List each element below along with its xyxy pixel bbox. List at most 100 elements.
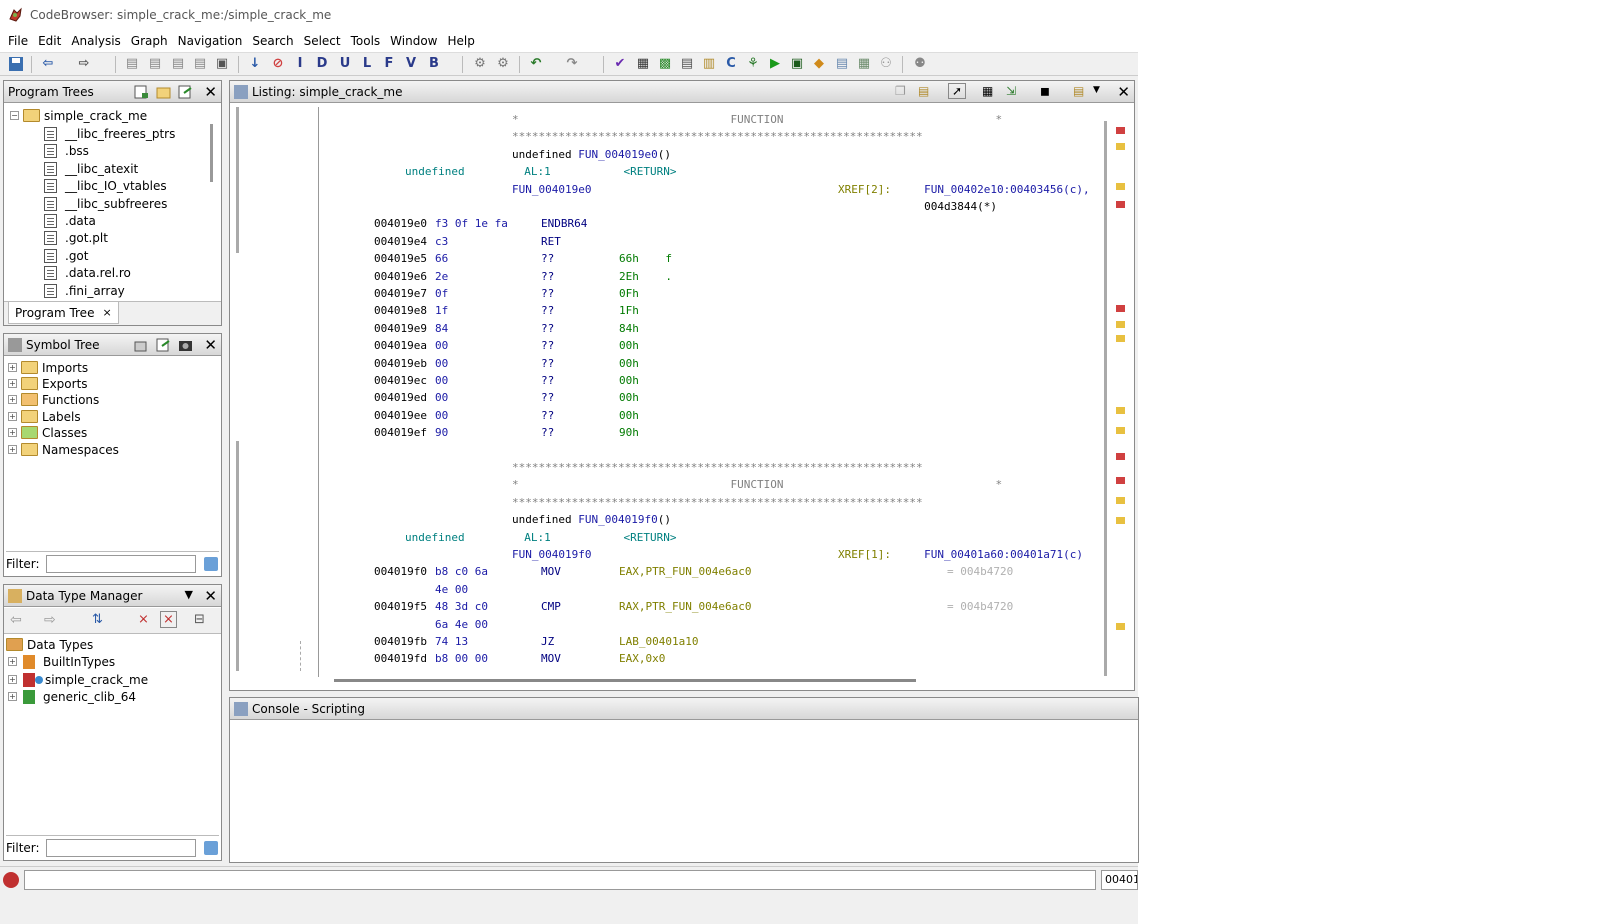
instruction-operand[interactable]: 00h	[619, 391, 639, 404]
tree-item[interactable]: __libc_subfreeres	[44, 195, 167, 212]
snapshot-icon[interactable]: ◼	[1040, 84, 1050, 98]
tree-item[interactable]: __libc_atexit	[44, 160, 138, 177]
save-icon[interactable]	[8, 56, 24, 72]
collapse-all-icon[interactable]: ⊟	[194, 612, 205, 627]
run-icon[interactable]: ▶	[767, 56, 783, 72]
tab-close-icon[interactable]: ×	[102, 306, 111, 319]
expand-icon[interactable]: +	[8, 363, 17, 372]
export-symbol-icon[interactable]	[156, 338, 171, 352]
overview-marker[interactable]	[1116, 453, 1125, 460]
nav-icon-1[interactable]: ▤	[124, 56, 140, 72]
symbol-namespaces[interactable]: + Namespaces	[8, 441, 119, 458]
options-icon[interactable]: ▤	[1073, 84, 1084, 98]
instruction-operand[interactable]: 1Fh	[619, 304, 639, 317]
instruction-operand[interactable]: 00h	[619, 374, 639, 387]
listing-line[interactable]: ****************************************…	[512, 496, 923, 509]
close-icon[interactable]: ✕	[204, 336, 217, 354]
listing-line[interactable]: undefined AL:1 <RETURN>	[405, 531, 677, 544]
tab-program-tree[interactable]: Program Tree ×	[8, 302, 119, 324]
expand-icon[interactable]: +	[8, 445, 17, 454]
tool-icon-12[interactable]: ▦	[856, 56, 872, 72]
tree-item[interactable]: __libc_IO_vtables	[44, 177, 167, 194]
menu-file[interactable]: File	[4, 34, 34, 48]
new-tree-icon[interactable]	[134, 85, 149, 99]
dtm-filter2-icon[interactable]: ⨯	[160, 611, 177, 628]
tree-item[interactable]: .got.plt	[44, 229, 108, 246]
instruction-bytes[interactable]: 48 3d c0	[435, 600, 488, 613]
menu-edit[interactable]: Edit	[34, 34, 67, 48]
paste-icon[interactable]: ▤	[918, 84, 929, 98]
instruction-operand[interactable]: EAX,0x0	[619, 652, 665, 665]
instruction-mnemonic[interactable]: ENDBR64	[541, 217, 587, 230]
overview-marker[interactable]	[1116, 407, 1125, 414]
symbol-exports[interactable]: + Exports	[8, 375, 88, 392]
tool-icon-6[interactable]: ▥	[701, 56, 717, 72]
tool-icon-2[interactable]: ⚙	[495, 56, 511, 72]
horizontal-scrollbar[interactable]	[334, 679, 916, 682]
dtm-forward-icon[interactable]: ⇨	[44, 612, 56, 628]
instruction-address[interactable]: 004019ec	[374, 374, 427, 387]
menu-graph[interactable]: Graph	[127, 34, 174, 48]
nav-icon-4[interactable]: ▤	[192, 56, 208, 72]
instruction-address[interactable]: 004019fd	[374, 652, 427, 665]
tool-icon-11[interactable]: ▤	[834, 56, 850, 72]
xref[interactable]: XREF[2]: FUN_00402e10:00403456(c),	[838, 183, 1090, 196]
instruction-bytes[interactable]: 00	[435, 339, 448, 352]
instruction-bytes[interactable]: 84	[435, 322, 448, 335]
listing-line[interactable]: undefined AL:1 <RETURN>	[405, 165, 677, 178]
expand-icon[interactable]: +	[8, 692, 17, 701]
instruction-operand[interactable]: 2Eh .	[619, 270, 672, 283]
tool-icon-10[interactable]: ◆	[811, 56, 827, 72]
filter-options-icon[interactable]	[203, 556, 218, 571]
instruction-operand[interactable]: 00h	[619, 409, 639, 422]
instruction-bytes[interactable]: 74 13	[435, 635, 468, 648]
symbol-classes[interactable]: + Classes	[8, 424, 87, 441]
collapse-icon[interactable]: −	[10, 111, 19, 120]
instruction-address[interactable]: 004019e7	[374, 287, 427, 300]
instruction-operand[interactable]: EAX,PTR_FUN_004e6ac0	[619, 565, 751, 578]
options-dropdown-icon[interactable]: ▼	[1093, 85, 1100, 95]
dtm-builtin[interactable]: + BuiltInTypes	[8, 653, 115, 670]
instruction-bytes[interactable]: 00	[435, 357, 448, 370]
nav-icon-2[interactable]: ▤	[147, 56, 163, 72]
check-icon[interactable]: ✔	[612, 56, 628, 72]
stop-icon[interactable]: ⊘	[270, 56, 286, 72]
listing-line[interactable]: FUN_004019e0	[512, 183, 591, 196]
instruction-bytes[interactable]: 2e	[435, 270, 448, 283]
back-arrow-icon[interactable]: ⇦	[40, 56, 56, 72]
dropdown-arrow-icon[interactable]: ▼	[185, 588, 193, 601]
listing-line[interactable]: ****************************************…	[512, 461, 923, 474]
tree-item[interactable]: .fini_array	[44, 282, 125, 298]
tool-icon-5[interactable]: ▤	[679, 56, 695, 72]
instruction-bytes[interactable]: b8 00 00	[435, 652, 488, 665]
instruction-operand[interactable]: 00h	[619, 339, 639, 352]
instruction-bytes[interactable]: c3	[435, 235, 448, 248]
instruction-address[interactable]: 004019e4	[374, 235, 427, 248]
overview-marker[interactable]	[1116, 305, 1125, 312]
menu-window[interactable]: Window	[386, 34, 443, 48]
dtm-filter-icon[interactable]: ⨯	[138, 612, 149, 627]
instruction-address[interactable]: 004019ea	[374, 339, 427, 352]
dtm-filter-input[interactable]	[45, 838, 196, 857]
tool-icon-1[interactable]: ⚙	[472, 56, 488, 72]
nav-icon-3[interactable]: ▤	[170, 56, 186, 72]
tb-letter-l[interactable]: L	[359, 56, 375, 72]
open-folder-icon[interactable]	[156, 85, 171, 99]
create-symbol-icon[interactable]	[134, 338, 149, 352]
overview-marker[interactable]	[1116, 427, 1125, 434]
instruction-mnemonic[interactable]: ??	[541, 287, 554, 300]
instruction-address[interactable]: 004019eb	[374, 357, 427, 370]
filter-options-icon[interactable]	[203, 840, 218, 855]
instruction-mnemonic[interactable]: ??	[541, 304, 554, 317]
instruction-mnemonic[interactable]: ??	[541, 252, 554, 265]
instruction-bytes[interactable]: 00	[435, 409, 448, 422]
cursor-mode-icon[interactable]: ➚	[948, 83, 967, 99]
menu-analysis[interactable]: Analysis	[67, 34, 126, 48]
instruction-address[interactable]: 004019e9	[374, 322, 427, 335]
marker-margin[interactable]	[1114, 121, 1128, 676]
overview-marker[interactable]	[1116, 497, 1125, 504]
overview-marker[interactable]	[1116, 321, 1125, 328]
instruction-address[interactable]: 004019f0	[374, 565, 427, 578]
overview-marker[interactable]	[1116, 517, 1125, 524]
forward-arrow-icon[interactable]: ⇨	[76, 56, 92, 72]
